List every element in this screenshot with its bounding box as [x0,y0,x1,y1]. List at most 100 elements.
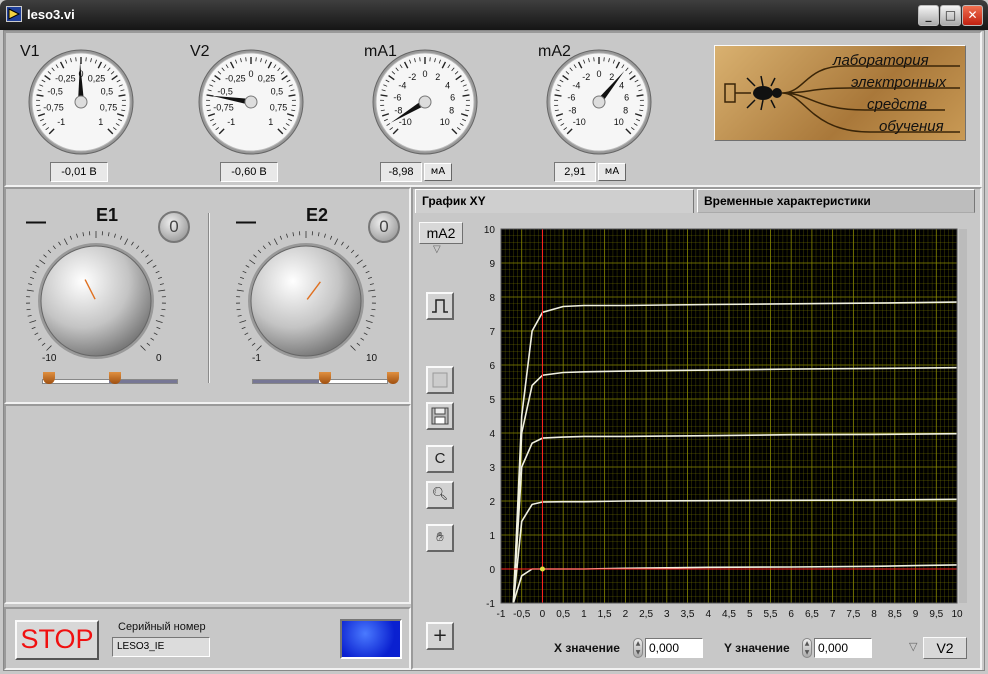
pulse-mode-button[interactable] [426,292,454,320]
x-tick-label: 9 [913,609,919,620]
gauge-unit-label: мА [598,163,626,181]
x-tick-label: 3 [664,609,670,620]
x-channel-dropdown-icon[interactable]: ▽ [909,640,917,653]
x-value-spinner[interactable]: ▲ ▼ [633,638,643,658]
gauge-unit-label: мА [424,163,452,181]
y-tick-label: 9 [489,259,495,270]
x-tick-label: 3,5 [681,609,695,620]
gauge-tick-label: 4 [619,81,624,91]
gauge-tick-label: -6 [393,93,401,103]
gauge-tick-label: 2 [609,72,614,82]
gauge-tick-label: -0,25 [225,74,246,84]
gauge-tick-label: 0,25 [258,74,276,84]
gauge-tick-label: -4 [398,81,406,91]
x-value-label: X значение [554,641,620,655]
meters-panel: V1-0,2500,25-0,50,5-0,750,75-11-0,01 ВV2… [4,31,982,187]
y-tick-label: 1 [489,531,495,542]
slider-handle[interactable] [319,372,331,384]
gauge-tick-label: 0 [596,69,601,79]
gauge-dial: -0,250 0,25 -0,5 0,5 -0,75 0,75 -1 1 [198,49,304,155]
gauge-tick-label: 2 [435,72,440,82]
y-value-label: Y значение [724,641,790,655]
gauge-tick-label: 0,75 [270,102,288,112]
x-tick-label: -1 [497,609,506,620]
y-tick-label: 8 [489,293,495,304]
gauge-tick-label: -1 [57,117,65,127]
slider-handle[interactable] [387,372,399,384]
gauge-tick-label: 10 [614,117,624,127]
vi-front-panel: V1-0,2500,25-0,50,5-0,750,75-11-0,01 ВV2… [3,30,985,671]
logo-line-3: средств [867,96,928,113]
knob-max-label: 0 [156,353,162,364]
y-tick-label: 10 [484,225,496,236]
range-slider[interactable] [42,372,178,384]
logo-line-4: обучения [879,118,944,135]
knob-dial[interactable] [228,225,384,373]
save-icon[interactable] [426,402,454,430]
x-tick-label: 2 [623,609,629,620]
y-tick-label: 3 [489,463,495,474]
y-tick-label: 4 [489,429,495,440]
slider-handle[interactable] [109,372,121,384]
gauge-tick-label: 8 [449,106,454,116]
x-tick-label: -0,5 [513,609,531,620]
slider-handle[interactable] [43,372,55,384]
gauge-value-display: 2,91 [554,162,596,182]
gauge-tick-label: -0,5 [217,86,233,96]
leso-logo: лаборатория электронных средств обучения [714,45,966,141]
y-channel-dropdown-icon[interactable]: ▽ [433,244,441,255]
logo-line-2: электронных [851,74,947,91]
y-value-input[interactable]: 0,000 [814,638,872,658]
y-tick-label: 0 [489,565,495,576]
plot-scrollbar[interactable] [959,229,967,603]
stop-button[interactable]: STOP [15,620,99,660]
logo-line-1: лаборатория [833,52,929,69]
x-channel-selector[interactable]: V2 [923,637,967,659]
gauge-tick-label: 6 [624,93,629,103]
gauge-tick-label: 0,25 [88,74,106,84]
stop-acquire-button[interactable] [426,366,454,394]
y-tick-label: 6 [489,361,495,372]
pan-hand-icon[interactable]: ✋︎ [426,524,454,552]
gauge-tick-label: 6 [450,93,455,103]
gauge-tick-label: -2 [408,72,416,82]
clear-graph-button[interactable]: C [426,445,454,473]
x-tick-label: 6,5 [805,609,819,620]
gauge-value-display: -8,98 [380,162,422,182]
gauge-tick-label: -10 [399,117,412,127]
y-channel-selector[interactable]: mA2 [419,222,463,244]
zoom-icon[interactable]: 🔍︎ [426,481,454,509]
knob-min-label: -10 [42,353,57,364]
tab-xy-graph[interactable]: График XY [415,189,694,213]
x-tick-label: 4 [705,609,711,620]
y-tick-label: 2 [489,497,495,508]
gauge-tick-label: -8 [568,106,576,116]
gauge-tick-label: -0,25 [55,74,76,84]
x-tick-label: 1 [581,609,587,620]
control-panel: STOP Серийный номер LESO3_IE [4,607,411,670]
minimize-button[interactable]: _ [918,5,939,26]
gauge-tick-label: -10 [573,117,586,127]
knob-dial[interactable] [18,225,174,373]
cursor-move-icon[interactable]: + [426,622,454,650]
y-value-spinner[interactable]: ▲ ▼ [802,638,812,658]
x-tick-label: 10 [951,609,963,620]
gauge-dial: -2 0 2 -4 4 -6 6 -8 8 -10 10 [372,49,478,155]
xy-graph[interactable]: -1 -0,5 0 0,5 1 1,5 2 2,5 3 3,5 4 4,5 5 5,5 6 6,5 7 7,5 8 8… [471,221,967,639]
cursor-point[interactable] [539,566,545,572]
knob-divider [208,213,210,383]
close-button[interactable]: ✕ [962,5,983,26]
tab-time-characteristics[interactable]: Временные характеристики [697,189,975,213]
range-slider[interactable] [252,372,399,384]
gauge-tick-label: 8 [623,106,628,116]
knob-min-label: -1 [252,353,261,364]
maximize-button[interactable]: □ [940,5,961,26]
x-tick-label: 6 [788,609,794,620]
x-tick-label: 9,5 [929,609,943,620]
gauge-tick-label: 0 [422,69,427,79]
x-tick-label: 8 [871,609,877,620]
x-value-input[interactable]: 0,000 [645,638,703,658]
title-bar: leso3.vi _ □ ✕ [0,0,988,30]
window-title: leso3.vi [27,7,75,22]
status-led [340,619,402,659]
